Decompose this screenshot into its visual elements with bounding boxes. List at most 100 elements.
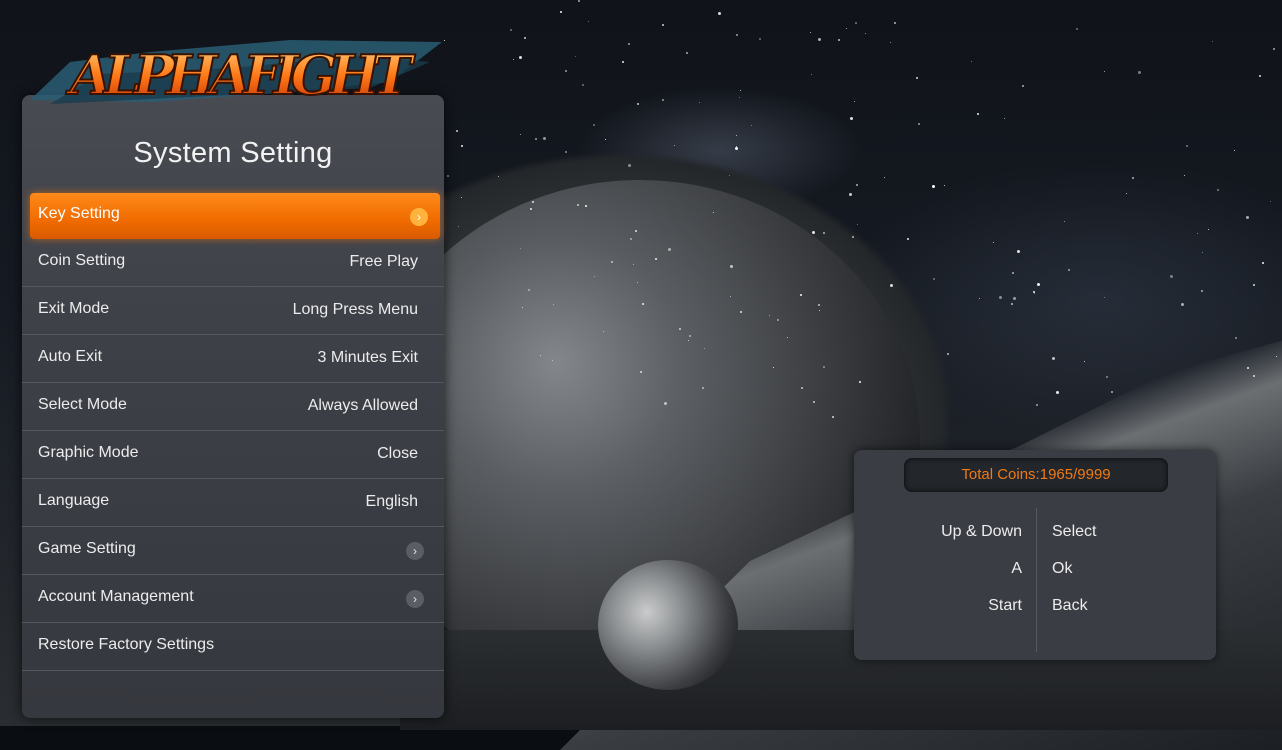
star: [1110, 390, 1113, 393]
star: [812, 230, 816, 234]
star: [627, 163, 631, 167]
menu-item-account-management[interactable]: Account Management ›: [22, 575, 444, 623]
star: [893, 22, 896, 25]
menu-item-language[interactable]: Language English: [22, 479, 444, 527]
menu-item-label: Auto Exit: [38, 348, 103, 365]
star: [542, 136, 546, 140]
key-button-label: Up & Down: [941, 523, 1022, 540]
menu-item-label: Game Setting: [38, 540, 136, 557]
star: [534, 137, 537, 140]
star: [1011, 271, 1014, 274]
menu-item-label: Graphic Mode: [38, 444, 139, 461]
star: [915, 76, 918, 79]
chevron-right-icon: ›: [410, 208, 428, 226]
star: [1197, 232, 1199, 234]
key-action-label: Ok: [1052, 560, 1073, 577]
star: [519, 247, 521, 249]
star: [1186, 144, 1189, 147]
star: [845, 27, 847, 29]
star: [800, 386, 803, 389]
svg-text:ALPHAFIGHT: ALPHAFIGHT: [65, 43, 416, 107]
key-help-row: A Ok: [900, 558, 1200, 595]
star: [1169, 274, 1173, 278]
menu-item-value: Close: [377, 445, 418, 462]
star: [740, 310, 743, 313]
key-button-label: Start: [988, 597, 1022, 614]
chevron-right-icon: ›: [406, 542, 424, 560]
key-help-row: Up & Down Select: [900, 521, 1200, 558]
star: [730, 295, 732, 297]
star: [1216, 188, 1219, 191]
total-coins-display: Total Coins:1965/9999: [904, 458, 1168, 492]
menu-item-label: Key Setting: [38, 205, 120, 222]
star: [1033, 293, 1035, 295]
star: [1234, 337, 1237, 340]
star: [460, 144, 463, 147]
key-help-list: Up & Down Select A Ok Start Back: [900, 521, 1200, 632]
menu-item-label: Coin Setting: [38, 252, 126, 269]
key-help-row: Start Back: [900, 595, 1200, 632]
chevron-right-icon: ›: [406, 590, 424, 608]
star: [1261, 261, 1264, 264]
star: [577, 203, 580, 206]
star: [717, 11, 721, 15]
star: [552, 304, 554, 306]
star: [497, 176, 499, 177]
star: [686, 51, 689, 54]
star: [633, 263, 635, 265]
star: [859, 380, 862, 383]
star: [809, 31, 811, 33]
menu-item-restore-factory-settings[interactable]: Restore Factory Settings: [22, 623, 444, 671]
menu-item-exit-mode[interactable]: Exit Mode Long Press Menu: [22, 287, 444, 335]
star: [735, 145, 737, 147]
menu-item-value: English: [365, 493, 418, 510]
star: [1016, 249, 1020, 253]
star: [738, 96, 740, 98]
star: [883, 177, 885, 179]
star: [1233, 149, 1235, 151]
star: [664, 401, 668, 405]
star: [851, 235, 854, 238]
star: [446, 175, 449, 178]
star: [1012, 297, 1016, 301]
star: [976, 112, 979, 115]
menu-item-key-setting[interactable]: Key Setting ›: [30, 193, 440, 239]
settings-menu: Key Setting › Coin Setting Free Play Exit Mo…: [22, 189, 444, 671]
star: [627, 42, 630, 45]
star: [528, 288, 530, 291]
menu-item-label: Language: [38, 492, 110, 509]
menu-item-graphic-mode[interactable]: Graphic Mode Close: [22, 431, 444, 479]
star: [667, 248, 671, 252]
star: [523, 37, 526, 40]
game-logo: ALPHAFIGHT: [30, 40, 442, 108]
star: [1035, 403, 1038, 406]
menu-item-label: Exit Mode: [38, 300, 110, 317]
key-button-label: A: [1011, 560, 1022, 577]
star: [581, 84, 584, 87]
star: [1083, 360, 1085, 362]
moon-image: [598, 560, 738, 690]
menu-item-coin-setting[interactable]: Coin Setting Free Play: [22, 239, 444, 287]
star: [574, 56, 576, 58]
star: [1075, 28, 1078, 30]
star: [588, 21, 589, 23]
star: [1137, 70, 1141, 74]
menu-item-value: Free Play: [349, 253, 418, 270]
star: [688, 334, 691, 337]
star: [457, 225, 459, 227]
menu-item-game-setting[interactable]: Game Setting ›: [22, 527, 444, 575]
key-action-label: Back: [1052, 597, 1088, 614]
menu-item-value: Always Allowed: [307, 397, 418, 414]
menu-item-label: Restore Factory Settings: [38, 636, 215, 653]
star: [1211, 40, 1213, 42]
menu-item-select-mode[interactable]: Select Mode Always Allowed: [22, 383, 444, 431]
star: [1258, 74, 1261, 77]
star: [854, 21, 857, 24]
page-title: System Setting: [133, 137, 333, 169]
star: [1067, 268, 1070, 271]
star: [1022, 84, 1025, 87]
menu-item-auto-exit[interactable]: Auto Exit 3 Minutes Exit: [22, 335, 444, 383]
star: [611, 260, 614, 263]
star: [559, 11, 562, 14]
star: [729, 264, 733, 268]
